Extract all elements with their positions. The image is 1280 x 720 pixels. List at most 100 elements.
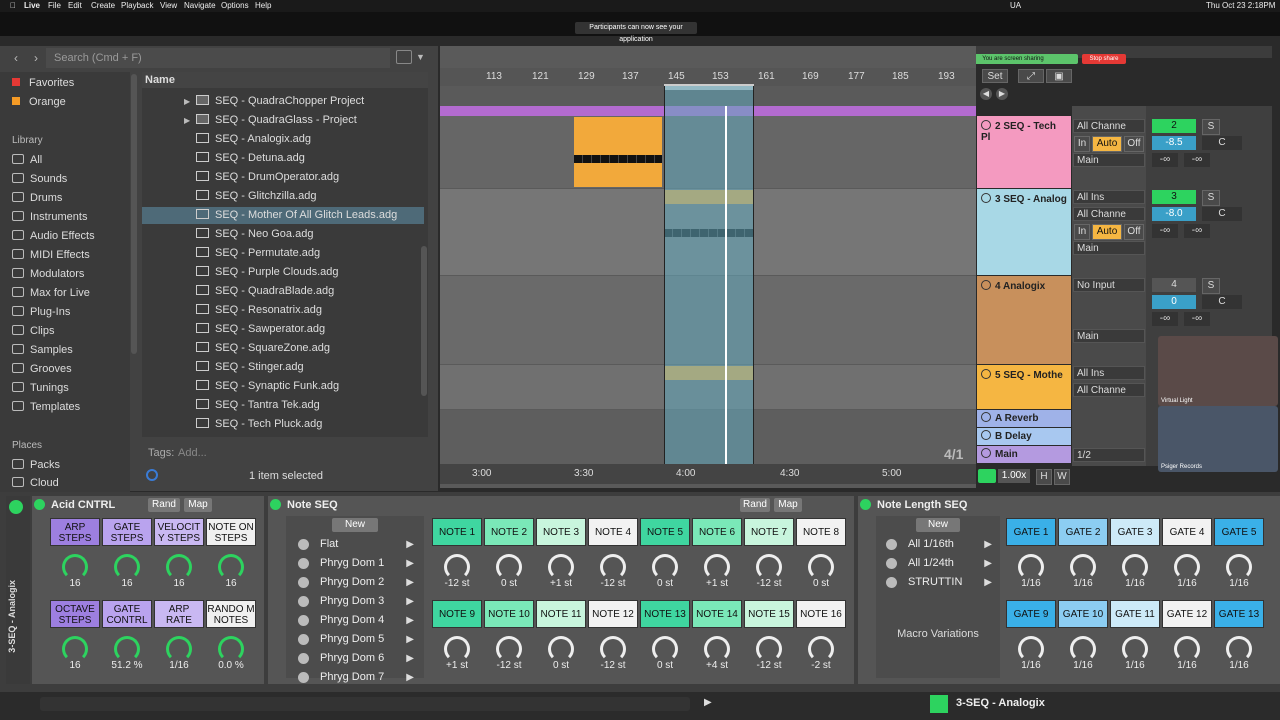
acid-knob[interactable] [62, 554, 88, 580]
note-step-button[interactable]: NOTE 6 [692, 518, 742, 546]
gate-step-button[interactable]: GATE 12 [1162, 600, 1212, 628]
variation-item[interactable]: Phryg Dom 5 ▶ [290, 631, 420, 648]
input-type-select[interactable]: All Ins [1073, 366, 1145, 380]
solo-button[interactable]: S [1202, 278, 1220, 294]
note-knob[interactable] [756, 636, 782, 662]
variation-recall-icon[interactable] [886, 558, 897, 569]
note-knob[interactable] [548, 636, 574, 662]
h-button[interactable]: H [1036, 469, 1052, 485]
prev-locator-icon[interactable]: ◀ [980, 88, 992, 100]
note-step-button[interactable]: NOTE 1 [432, 518, 482, 546]
acid-param-button[interactable]: GATE CONTRL [102, 600, 152, 628]
pan-field[interactable]: C [1202, 295, 1242, 309]
sidebar-item-all[interactable]: All [12, 154, 42, 166]
gate-step-button[interactable]: GATE 10 [1058, 600, 1108, 628]
list-item-file[interactable]: SEQ - Neo Goa.adg [196, 226, 428, 243]
filter-icon[interactable] [396, 50, 412, 64]
volume-field[interactable]: 0 [1152, 295, 1196, 309]
sidebar-scrollbar[interactable] [131, 74, 137, 354]
collection-orange[interactable]: Orange [12, 96, 66, 108]
return-track-b[interactable]: B Delay [977, 428, 1071, 445]
sidebar-item-clips[interactable]: Clips [12, 325, 54, 337]
variation-recall-icon[interactable] [298, 615, 309, 626]
track-number-2[interactable]: 2 [1152, 119, 1196, 133]
w-button[interactable]: W [1054, 469, 1070, 485]
note-knob[interactable] [600, 554, 626, 580]
variation-play-icon[interactable]: ▶ [406, 536, 414, 553]
acid-knob[interactable] [114, 636, 140, 662]
note-knob[interactable] [756, 554, 782, 580]
rand-button[interactable]: Rand [740, 498, 770, 512]
list-item-file[interactable]: SEQ - Glitchzilla.adg [196, 188, 428, 205]
expand-icon[interactable]: ▶ [184, 93, 190, 110]
note-knob[interactable] [652, 636, 678, 662]
apple-icon[interactable]:  [10, 1, 16, 10]
fold-track-icon[interactable] [981, 280, 991, 290]
gate-knob[interactable] [1226, 636, 1252, 662]
rand-button[interactable]: Rand [148, 498, 180, 512]
variation-play-icon[interactable]: ▶ [406, 555, 414, 572]
main-track[interactable]: Main [977, 446, 1071, 463]
variation-recall-icon[interactable] [298, 596, 309, 607]
sidebar-item-samples[interactable]: Samples [12, 344, 73, 356]
menu-view[interactable]: View [160, 1, 177, 10]
note-step-button[interactable]: NOTE 15 [744, 600, 794, 628]
acid-knob[interactable] [166, 554, 192, 580]
variation-recall-icon[interactable] [298, 653, 309, 664]
sidebar-item-tunings[interactable]: Tunings [12, 382, 69, 394]
note-step-button[interactable]: NOTE 14 [692, 600, 742, 628]
map-button[interactable]: Map [184, 498, 212, 512]
menu-file[interactable]: File [48, 1, 61, 10]
variation-play-icon[interactable]: ▶ [984, 536, 992, 553]
power-icon[interactable] [9, 500, 23, 514]
note-step-button[interactable]: NOTE 10 [484, 600, 534, 628]
sidebar-item-audio-effects[interactable]: Audio Effects [12, 230, 95, 242]
list-item-file[interactable]: SEQ - Resonatrix.adg [196, 302, 428, 319]
power-icon[interactable] [270, 499, 281, 510]
volume-field[interactable]: -8.5 [1152, 136, 1196, 150]
gate-step-button[interactable]: GATE 9 [1006, 600, 1056, 628]
list-item-file[interactable]: SEQ - Tech Pluck.adg [196, 416, 428, 433]
menu-help[interactable]: Help [255, 1, 271, 10]
volume-field[interactable]: -8.0 [1152, 207, 1196, 221]
track-arm-icon[interactable] [930, 695, 948, 713]
note-step-button[interactable]: NOTE 12 [588, 600, 638, 628]
send-a-field[interactable]: -∞ [1152, 153, 1178, 167]
return-track-a[interactable]: A Reverb [977, 410, 1071, 427]
stop-share-button[interactable]: Stop share [1082, 54, 1126, 64]
monitor-in-button[interactable]: In [1074, 224, 1090, 240]
gate-step-button[interactable]: GATE 2 [1058, 518, 1108, 546]
menu-create[interactable]: Create [91, 1, 115, 10]
list-item-file[interactable]: SEQ - Mother Of All Glitch Leads.adg [142, 207, 424, 224]
play-icon[interactable]: ▶ [704, 697, 712, 708]
sidebar-item-cloud[interactable]: Cloud [12, 477, 59, 489]
variation-recall-icon[interactable] [298, 539, 309, 550]
time-selection[interactable] [664, 86, 754, 464]
note-knob[interactable] [808, 554, 834, 580]
output-select[interactable]: Main [1073, 241, 1145, 255]
input-channel-select[interactable]: All Channe [1073, 207, 1145, 221]
note-step-button[interactable]: NOTE 8 [796, 518, 846, 546]
zoom-field[interactable]: 1.00x [998, 469, 1030, 483]
sidebar-item-midi-effects[interactable]: MIDI Effects [12, 249, 90, 261]
list-item-file[interactable]: SEQ - DrumOperator.adg [196, 169, 428, 186]
send-a-field[interactable]: -∞ [1152, 312, 1178, 326]
variation-item[interactable]: STRUTTIN ▶ [878, 574, 998, 591]
sidebar-item-instruments[interactable]: Instruments [12, 211, 87, 223]
variation-play-icon[interactable]: ▶ [406, 593, 414, 610]
sidebar-item-grooves[interactable]: Grooves [12, 363, 72, 375]
variation-item[interactable]: Phryg Dom 2 ▶ [290, 574, 420, 591]
variation-play-icon[interactable]: ▶ [406, 631, 414, 648]
variation-item[interactable]: Phryg Dom 4 ▶ [290, 612, 420, 629]
acid-knob[interactable] [166, 636, 192, 662]
variation-play-icon[interactable]: ▶ [984, 574, 992, 591]
sidebar-item-templates[interactable]: Templates [12, 401, 80, 413]
note-knob[interactable] [496, 636, 522, 662]
acid-param-button[interactable]: GATE STEPS [102, 518, 152, 546]
gate-step-button[interactable]: GATE 4 [1162, 518, 1212, 546]
variation-item[interactable]: Phryg Dom 7 ▶ [290, 669, 420, 686]
set-button[interactable]: Set [982, 69, 1008, 83]
list-item-file[interactable]: SEQ - Tantra Tek.adg [196, 397, 428, 414]
gate-knob[interactable] [1122, 554, 1148, 580]
variation-item[interactable]: Flat ▶ [290, 536, 420, 553]
